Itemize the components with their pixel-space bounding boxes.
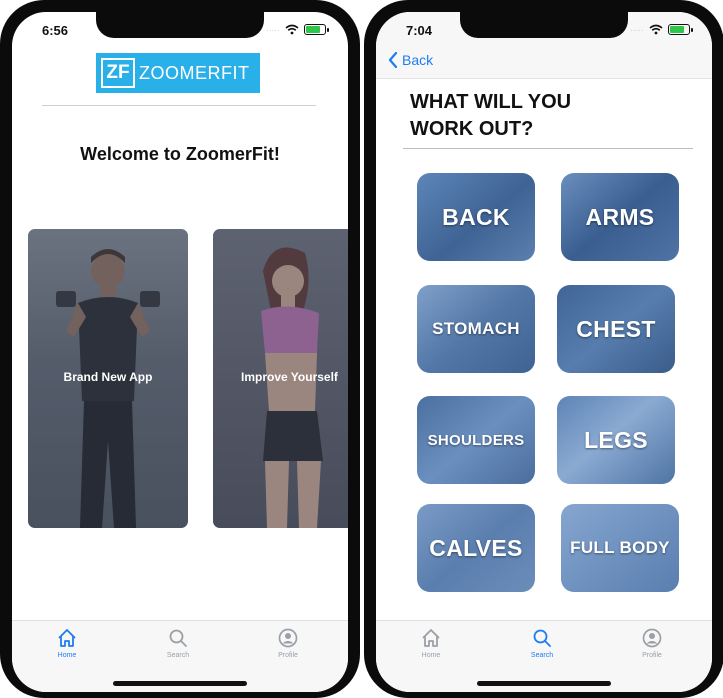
- category-arms[interactable]: ARMS: [561, 173, 679, 261]
- category-label: CHEST: [576, 315, 656, 342]
- category-stomach[interactable]: STOMACH: [417, 285, 535, 373]
- signal-icon: .....: [266, 26, 280, 33]
- category-shoulders[interactable]: SHOULDERS: [417, 396, 535, 484]
- tab-label: Profile: [278, 652, 298, 659]
- header-divider: [42, 105, 316, 106]
- back-button[interactable]: Back: [388, 52, 433, 68]
- status-time: 6:56: [42, 23, 69, 38]
- category-full-body[interactable]: FULL BODY: [561, 504, 679, 592]
- tab-profile[interactable]: Profile: [622, 627, 682, 659]
- search-icon: [533, 629, 551, 647]
- back-label: Back: [402, 52, 434, 68]
- category-label: FULL BODY: [570, 538, 670, 557]
- tab-profile[interactable]: Profile: [258, 627, 318, 659]
- category-label: ARMS: [585, 203, 655, 230]
- phone-home: 6:56 ..... ZF ZOOMERFIT Welcome to Zoome…: [0, 0, 360, 698]
- battery-icon: [304, 24, 329, 35]
- tab-search[interactable]: Search: [148, 627, 208, 659]
- category-calves[interactable]: CALVES: [417, 504, 535, 592]
- category-chest[interactable]: CHEST: [557, 285, 675, 373]
- chevron-left-icon: [388, 52, 398, 68]
- category-label: STOMACH: [432, 319, 520, 338]
- category-back[interactable]: BACK: [417, 173, 535, 261]
- category-label: BACK: [442, 203, 510, 230]
- search-icon: [169, 629, 187, 647]
- tab-home[interactable]: Home: [37, 627, 97, 659]
- tab-label: Search: [166, 652, 190, 659]
- status-time: 7:04: [406, 23, 433, 38]
- tab-label: Profile: [642, 652, 662, 659]
- profile-icon: [278, 628, 298, 648]
- wifi-icon: [649, 24, 663, 35]
- card-label: Brand New App: [63, 370, 153, 384]
- logo-mark: ZF: [101, 58, 135, 88]
- category-label: LEGS: [584, 426, 648, 453]
- tab-label: Home: [421, 652, 441, 659]
- tab-bar: Home Search Profile: [376, 620, 712, 692]
- workout-screen: 7:04 ..... Back WHAT WILL YOU WORK OUT?: [376, 12, 712, 692]
- home-indicator[interactable]: [477, 681, 611, 686]
- profile-icon: [642, 628, 662, 648]
- feature-card-improve-yourself[interactable]: Improve Yourself: [213, 229, 348, 528]
- feature-card-brand-new-app[interactable]: Brand New App: [28, 229, 188, 528]
- zoomerfit-logo: ZF ZOOMERFIT: [96, 53, 260, 93]
- tab-bar: Home Search Profile: [12, 620, 348, 692]
- battery-icon: [668, 24, 693, 35]
- tab-home[interactable]: Home: [401, 627, 461, 659]
- wifi-icon: [285, 24, 299, 35]
- status-icons: .....: [266, 24, 329, 35]
- card-label: Improve Yourself: [241, 370, 338, 384]
- category-legs[interactable]: LEGS: [557, 396, 675, 484]
- notch: [460, 12, 628, 38]
- category-label: CALVES: [429, 534, 523, 561]
- phone-workout: 7:04 ..... Back WHAT WILL YOU WORK OUT?: [364, 0, 723, 698]
- tab-label: Search: [530, 652, 554, 659]
- tab-label: Home: [57, 652, 77, 659]
- logo-text: ZOOMERFIT: [139, 62, 250, 83]
- title-divider: [403, 148, 693, 149]
- home-icon: [58, 629, 76, 647]
- welcome-heading: Welcome to ZoomerFit!: [80, 144, 280, 164]
- category-label: SHOULDERS: [427, 431, 525, 449]
- workout-title: WHAT WILL YOU WORK OUT?: [410, 89, 571, 143]
- status-icons: .....: [630, 24, 693, 35]
- signal-icon: .....: [630, 26, 644, 33]
- workout-title-line2: WORK OUT?: [410, 118, 534, 140]
- feature-carousel[interactable]: Brand New App Improve Yourself: [28, 229, 348, 529]
- home-indicator[interactable]: [113, 681, 247, 686]
- workout-title-line1: WHAT WILL YOU: [410, 91, 572, 113]
- tab-search[interactable]: Search: [512, 627, 572, 659]
- home-icon: [422, 629, 440, 647]
- home-screen: 6:56 ..... ZF ZOOMERFIT Welcome to Zoome…: [12, 12, 348, 692]
- notch: [96, 12, 264, 38]
